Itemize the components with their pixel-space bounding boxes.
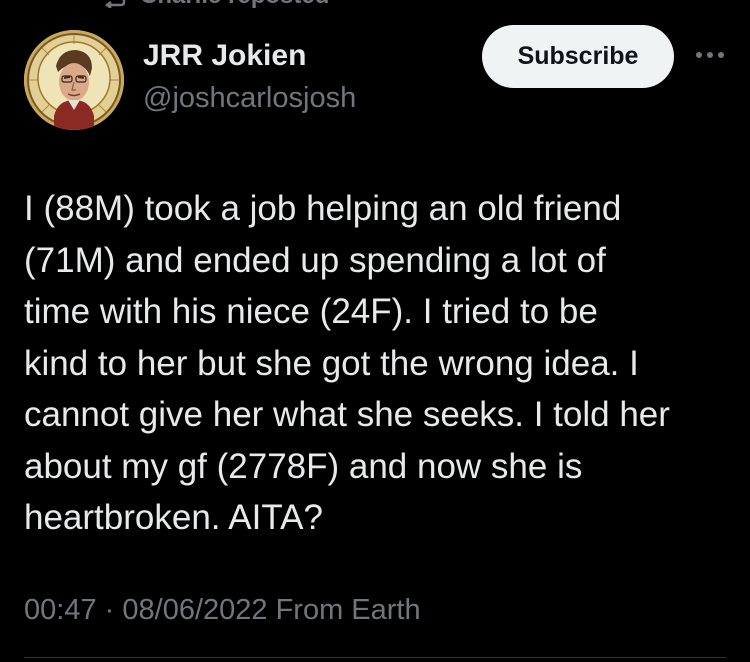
tweet-date[interactable]: 08/06/2022 bbox=[122, 594, 267, 626]
repost-label: Charlie reposted bbox=[140, 0, 329, 10]
tweet-meta: 00:47 · 08/06/2022 From Earth bbox=[24, 592, 421, 628]
tweet-time[interactable]: 00:47 bbox=[24, 594, 97, 626]
more-options-icon bbox=[696, 52, 724, 58]
tweet-line: about my gf (2778F) and now she is bbox=[24, 446, 583, 486]
tweet-line: (71M) and ended up spending a lot of bbox=[24, 240, 606, 280]
tweet-line: heartbroken. AITA? bbox=[24, 498, 323, 537]
tweet-line: time with his niece (24F). I tried to be bbox=[24, 292, 598, 331]
repost-indicator[interactable]: Charlie reposted bbox=[100, 0, 329, 10]
portrait-avatar bbox=[24, 30, 124, 130]
divider bbox=[24, 657, 726, 658]
avatar[interactable] bbox=[24, 30, 124, 130]
tweet-text: I (88M) took a job helping an old friend… bbox=[24, 183, 729, 544]
display-name[interactable]: JRR Jokien bbox=[143, 38, 356, 74]
user-info[interactable]: JRR Jokien @joshcarlosjosh bbox=[143, 38, 356, 116]
tweet-source: From Earth bbox=[275, 594, 421, 626]
more-options-button[interactable] bbox=[690, 43, 730, 67]
tweet-line: kind to her but she got the wrong idea. … bbox=[24, 343, 639, 383]
repost-icon bbox=[100, 0, 128, 9]
user-handle[interactable]: @joshcarlosjosh bbox=[143, 80, 356, 116]
meta-separator: · bbox=[104, 594, 115, 626]
tweet-line: cannot give her what she seeks. I told h… bbox=[24, 395, 670, 434]
subscribe-button[interactable]: Subscribe bbox=[482, 25, 674, 88]
tweet-line: I (88M) took a job helping an old friend bbox=[24, 189, 622, 228]
